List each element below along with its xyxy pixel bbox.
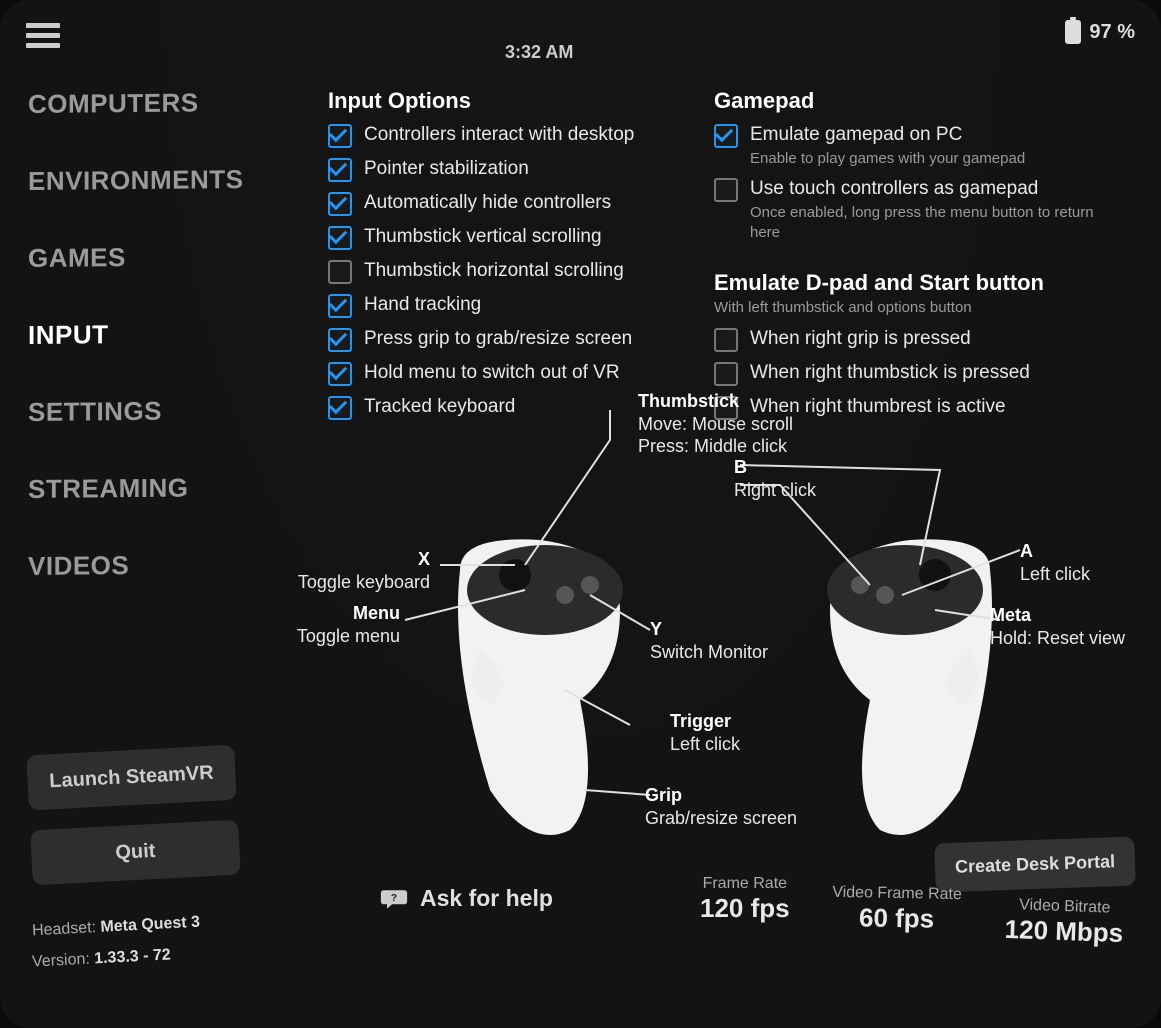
dpad-option-checkbox-0[interactable] (714, 328, 738, 352)
diagram-meta-sub: Hold: Reset view (990, 628, 1125, 648)
diagram-menu-sub: Toggle menu (297, 626, 400, 646)
controller-diagram: Thumbstick Move: Mouse scroll Press: Mid… (300, 390, 1150, 860)
input-option-checkbox-1[interactable] (328, 158, 352, 182)
sidebar-nav: COMPUTERS ENVIRONMENTS GAMES INPUT SETTI… (28, 88, 243, 627)
input-option-label-6: Press grip to grab/resize screen (364, 328, 632, 351)
diagram-b-title: B (734, 457, 747, 477)
ask-for-help-button[interactable]: ? Ask for help (380, 885, 553, 912)
ask-for-help-label: Ask for help (420, 885, 553, 912)
frame-rate-label: Frame Rate (700, 875, 790, 893)
video-frame-rate-label: Video Frame Rate (832, 884, 962, 904)
gamepad-heading: Gamepad (714, 88, 1124, 114)
diagram-a-title: A (1020, 541, 1033, 561)
diagram-x-sub: Toggle keyboard (298, 572, 430, 592)
diagram-y-title: Y (650, 619, 662, 639)
input-option-label-5: Hand tracking (364, 294, 481, 317)
dpad-heading: Emulate D-pad and Start button (714, 270, 1124, 296)
sidebar-item-computers[interactable]: COMPUTERS (28, 87, 243, 120)
diagram-a-sub: Left click (1020, 564, 1090, 584)
input-option-label-2: Automatically hide controllers (364, 192, 611, 215)
video-bitrate-value: 120 Mbps (1004, 914, 1124, 949)
gamepad-option-checkbox-1[interactable] (714, 178, 738, 202)
diagram-meta-title: Meta (990, 605, 1031, 625)
diagram-b-sub: Right click (734, 480, 816, 500)
diagram-y-sub: Switch Monitor (650, 642, 768, 662)
input-option-checkbox-2[interactable] (328, 192, 352, 216)
dpad-option-label-1: When right thumbstick is pressed (750, 362, 1030, 385)
gamepad-section: Gamepad Emulate gamepad on PCEnable to p… (714, 88, 1124, 242)
battery-percent: 97 % (1089, 21, 1135, 44)
input-option-label-4: Thumbstick horizontal scrolling (364, 260, 624, 283)
headset-info-label: Headset: (32, 919, 97, 939)
frame-rate-value: 120 fps (700, 893, 790, 924)
gamepad-option-label-1: Use touch controllers as gamepad (750, 178, 1124, 201)
sidebar-item-environments[interactable]: ENVIRONMENTS (28, 164, 243, 197)
sidebar-item-input[interactable]: INPUT (28, 318, 243, 351)
diagram-thumbstick-l1: Move: Mouse scroll (638, 414, 793, 434)
diagram-thumbstick-l2: Press: Middle click (638, 436, 787, 456)
diagram-trigger-sub: Left click (670, 734, 740, 754)
dpad-subheading: With left thumbstick and options button (714, 298, 1124, 318)
headset-info-value: Meta Quest 3 (100, 914, 200, 936)
input-option-label-0: Controllers interact with desktop (364, 124, 634, 147)
input-option-checkbox-6[interactable] (328, 328, 352, 352)
clock-time: 3:32 AM (505, 42, 573, 63)
menu-hamburger-icon[interactable] (26, 18, 60, 53)
svg-text:?: ? (391, 891, 397, 903)
help-chat-icon: ? (380, 888, 408, 910)
input-options-section: Input Options Controllers interact with … (328, 88, 688, 420)
sidebar-item-games[interactable]: GAMES (28, 241, 243, 274)
diagram-grip-sub: Grab/resize screen (645, 808, 797, 828)
input-option-label-3: Thumbstick vertical scrolling (364, 226, 602, 249)
create-desk-portal-button[interactable]: Create Desk Portal (934, 837, 1136, 893)
sidebar-item-streaming[interactable]: STREAMING (28, 472, 243, 505)
input-option-checkbox-4[interactable] (328, 260, 352, 284)
dpad-option-label-0: When right grip is pressed (750, 328, 971, 351)
diagram-thumbstick-title: Thumbstick (638, 391, 739, 411)
input-options-heading: Input Options (328, 88, 688, 114)
diagram-trigger-title: Trigger (670, 711, 731, 731)
version-info-value: 1.33.3 - 72 (94, 946, 171, 967)
diagram-menu-title: Menu (353, 603, 400, 623)
gamepad-option-checkbox-0[interactable] (714, 124, 738, 148)
input-option-label-1: Pointer stabilization (364, 158, 529, 181)
input-option-checkbox-3[interactable] (328, 226, 352, 250)
battery-icon (1065, 20, 1081, 44)
launch-steamvr-button[interactable]: Launch SteamVR (26, 745, 237, 811)
dpad-option-checkbox-1[interactable] (714, 362, 738, 386)
input-option-label-7: Hold menu to switch out of VR (364, 362, 620, 385)
sidebar-item-videos[interactable]: VIDEOS (28, 549, 243, 582)
quit-button[interactable]: Quit (30, 820, 241, 886)
gamepad-option-sub-1: Once enabled, long press the menu button… (750, 203, 1124, 242)
input-option-checkbox-0[interactable] (328, 124, 352, 148)
diagram-x-title: X (418, 549, 430, 569)
input-option-checkbox-7[interactable] (328, 362, 352, 386)
battery-indicator: 97 % (1065, 20, 1135, 44)
video-frame-rate-value: 60 fps (832, 902, 962, 935)
gamepad-option-label-0: Emulate gamepad on PC (750, 124, 1025, 147)
input-option-checkbox-5[interactable] (328, 294, 352, 318)
diagram-grip-title: Grip (645, 785, 682, 805)
gamepad-option-sub-0: Enable to play games with your gamepad (750, 149, 1025, 169)
sidebar-item-settings[interactable]: SETTINGS (28, 395, 243, 428)
version-info-label: Version: (32, 951, 91, 971)
